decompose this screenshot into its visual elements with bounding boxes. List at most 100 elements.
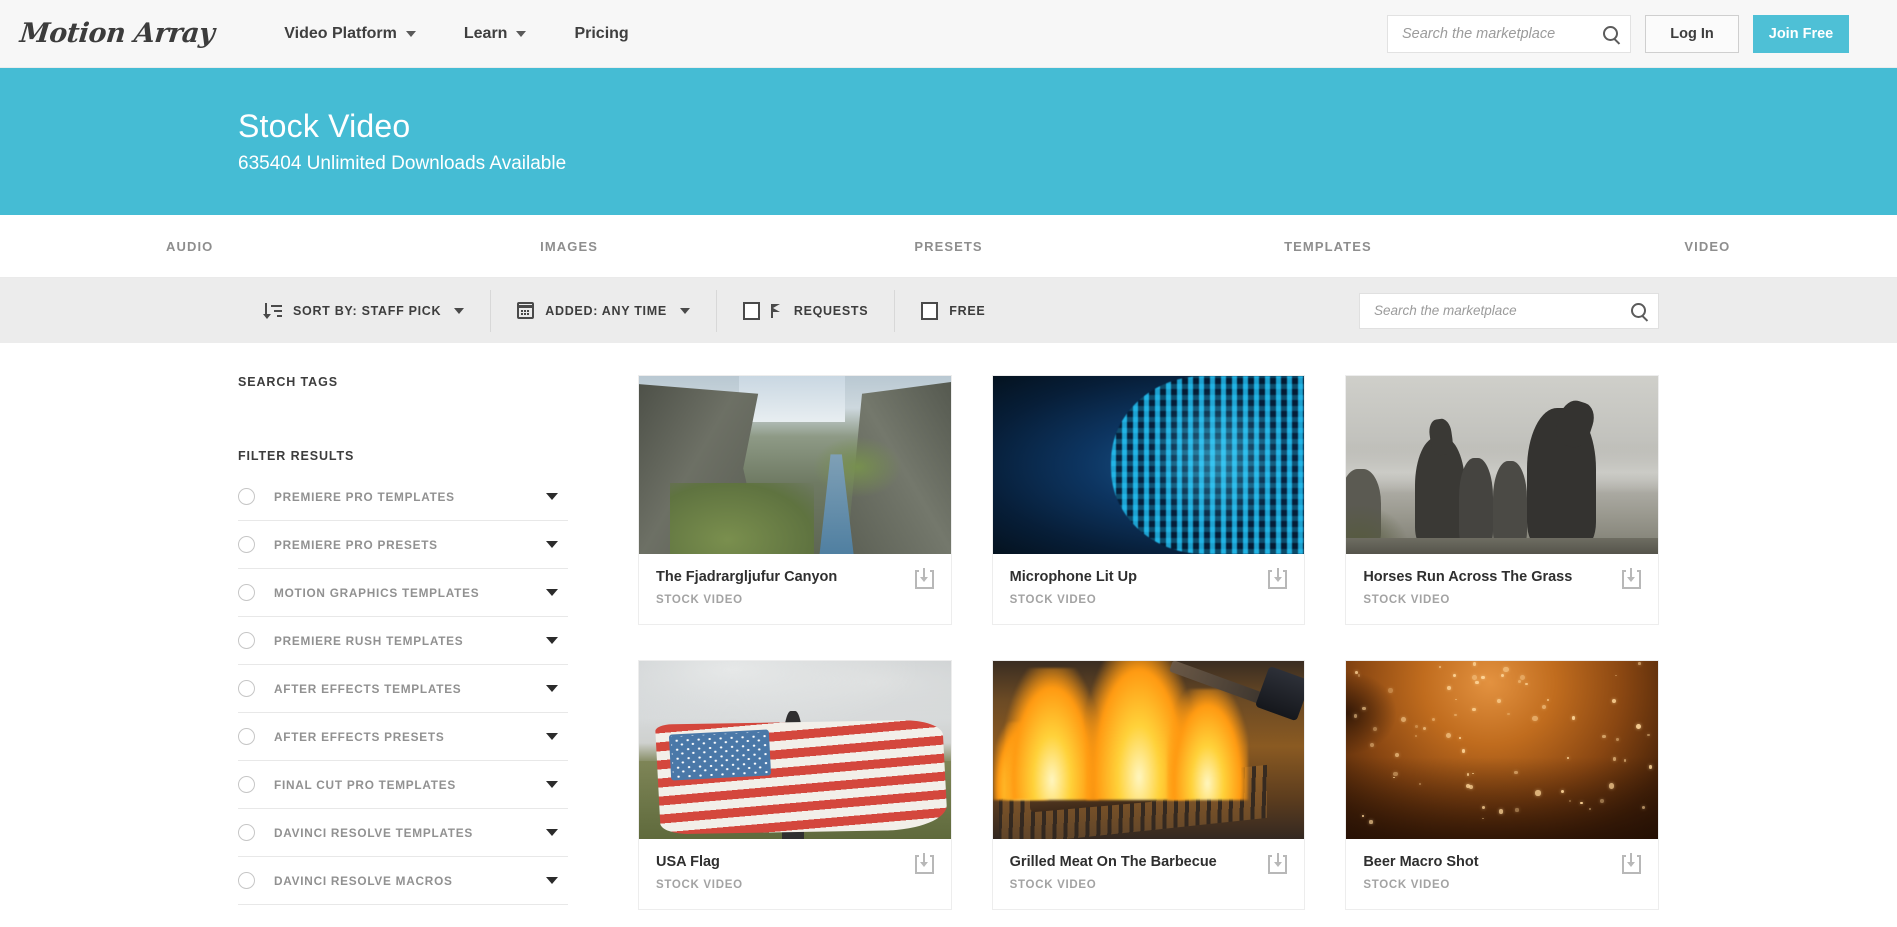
result-card[interactable]: Beer Macro Shot STOCK VIDEO (1345, 660, 1659, 910)
chevron-down-icon[interactable] (546, 589, 558, 596)
filter-item-premiere-pro-templates[interactable]: PREMIERE PRO TEMPLATES (238, 473, 568, 521)
filter-label: MOTION GRAPHICS TEMPLATES (274, 585, 480, 600)
filter-label: AFTER EFFECTS PRESETS (274, 729, 445, 744)
hero-subtitle: 635404 Unlimited Downloads Available (238, 153, 567, 174)
added-label: ADDED: ANY TIME (545, 303, 667, 318)
filter-radio[interactable] (238, 584, 255, 601)
search-icon[interactable] (1603, 26, 1618, 41)
filter-item-davinci-resolve-macros[interactable]: DAVINCI RESOLVE MACROS (238, 857, 568, 905)
download-icon[interactable] (1268, 568, 1288, 589)
free-checkbox[interactable] (921, 301, 939, 320)
nav-right-group: Log In Join Free (1387, 14, 1849, 53)
card-body: The Fjadrargljufur Canyon STOCK VIDEO (639, 554, 951, 624)
card-meta: STOCK VIDEO (1009, 879, 1097, 891)
filter-label: PREMIERE RUSH TEMPLATES (274, 633, 464, 648)
chevron-down-icon[interactable] (546, 829, 558, 836)
filter-results-heading: FILTER RESULTS (238, 449, 355, 463)
toolbar-search-box[interactable] (1359, 292, 1659, 329)
grill-thumbnail-art (992, 661, 1305, 839)
filter-item-motion-graphics-templates[interactable]: MOTION GRAPHICS TEMPLATES (238, 569, 568, 617)
chevron-down-icon[interactable] (546, 493, 558, 500)
header-search-input[interactable] (1402, 25, 1603, 42)
beer-thumbnail-art (1346, 661, 1658, 839)
tab-templates[interactable]: TEMPLATES (1138, 239, 1517, 254)
result-card[interactable]: Microphone Lit Up STOCK VIDEO (991, 375, 1306, 625)
filter-radio[interactable] (238, 536, 255, 553)
filter-item-after-effects-presets[interactable]: AFTER EFFECTS PRESETS (238, 713, 568, 761)
toolbar-search-input[interactable] (1374, 303, 1631, 318)
filter-radio[interactable] (238, 728, 255, 745)
tab-images[interactable]: IMAGES (379, 239, 758, 254)
card-thumbnail[interactable] (1346, 376, 1658, 554)
result-card[interactable]: Grilled Meat On The Barbecue STOCK VIDEO (991, 660, 1306, 910)
chevron-down-icon[interactable] (546, 733, 558, 740)
result-card[interactable]: Horses Run Across The Grass STOCK VIDEO (1345, 375, 1659, 625)
download-icon[interactable] (1268, 853, 1288, 874)
card-thumbnail[interactable] (639, 661, 951, 839)
chevron-down-icon[interactable] (546, 637, 558, 644)
filter-toolbar: SORT BY: STAFF PICK ADDED: ANY TIME REQU… (0, 278, 1897, 343)
top-navigation-bar: Motion Array Video Platform Learn Pricin… (0, 0, 1897, 68)
filter-sidebar: SEARCH TAGS FILTER RESULTS PREMIERE PRO … (238, 343, 568, 927)
download-icon[interactable] (1621, 853, 1641, 874)
result-card[interactable]: USA Flag STOCK VIDEO (638, 660, 952, 910)
filter-item-premiere-rush-templates[interactable]: PREMIERE RUSH TEMPLATES (238, 617, 568, 665)
filter-radio[interactable] (238, 776, 255, 793)
search-icon[interactable] (1631, 303, 1646, 318)
filter-label: FINAL CUT PRO TEMPLATES (274, 777, 456, 792)
filter-radio[interactable] (238, 872, 255, 889)
category-tabs: AUDIO IMAGES PRESETS TEMPLATES VIDEO (0, 215, 1897, 278)
result-card[interactable]: The Fjadrargljufur Canyon STOCK VIDEO (638, 375, 952, 625)
header-search-box[interactable] (1387, 14, 1631, 53)
chevron-down-icon[interactable] (546, 541, 558, 548)
nav-item-learn[interactable]: Learn (464, 25, 527, 43)
sort-by-dropdown[interactable]: SORT BY: STAFF PICK (238, 278, 490, 343)
filter-item-premiere-pro-presets[interactable]: PREMIERE PRO PRESETS (238, 521, 568, 569)
tab-video[interactable]: VIDEO (1518, 239, 1897, 254)
filter-radio[interactable] (238, 680, 255, 697)
chevron-down-icon[interactable] (546, 781, 558, 788)
join-free-button[interactable]: Join Free (1753, 14, 1849, 53)
card-thumbnail[interactable] (992, 376, 1305, 554)
filter-item-davinci-resolve-templates[interactable]: DAVINCI RESOLVE TEMPLATES (238, 809, 568, 857)
chevron-down-icon (679, 307, 690, 314)
card-body: Microphone Lit Up STOCK VIDEO (993, 554, 1305, 624)
filter-radio[interactable] (238, 488, 255, 505)
usa-flag-thumbnail-art (639, 661, 951, 839)
free-filter[interactable]: FREE (895, 278, 1011, 343)
card-meta: STOCK VIDEO (1363, 879, 1451, 891)
card-meta: STOCK VIDEO (656, 879, 743, 891)
card-thumbnail[interactable] (992, 661, 1305, 839)
card-body: Horses Run Across The Grass STOCK VIDEO (1346, 554, 1658, 624)
nav-item-label: Pricing (574, 24, 629, 42)
filter-item-final-cut-pro-templates[interactable]: FINAL CUT PRO TEMPLATES (238, 761, 568, 809)
flag-icon (770, 303, 783, 318)
requests-label: REQUESTS (793, 303, 869, 318)
filter-label: DAVINCI RESOLVE TEMPLATES (274, 825, 473, 840)
tab-presets[interactable]: PRESETS (759, 239, 1138, 254)
site-logo[interactable]: Motion Array (18, 18, 216, 49)
card-thumbnail[interactable] (1346, 661, 1658, 839)
chevron-down-icon[interactable] (546, 877, 558, 884)
nav-item-video-platform[interactable]: Video Platform (284, 25, 416, 43)
nav-item-pricing[interactable]: Pricing (574, 25, 628, 43)
filter-radio[interactable] (238, 824, 255, 841)
filter-radio[interactable] (238, 632, 255, 649)
card-thumbnail[interactable] (639, 376, 951, 554)
chevron-down-icon (405, 30, 416, 37)
tab-audio[interactable]: AUDIO (0, 239, 379, 254)
card-body: USA Flag STOCK VIDEO (639, 839, 951, 909)
nav-item-label: Video Platform (284, 24, 397, 42)
added-dropdown[interactable]: ADDED: ANY TIME (491, 278, 716, 343)
horses-thumbnail-art (1346, 376, 1658, 554)
download-icon[interactable] (1621, 568, 1641, 589)
filter-item-after-effects-templates[interactable]: AFTER EFFECTS TEMPLATES (238, 665, 568, 713)
login-button[interactable]: Log In (1645, 14, 1739, 53)
card-title: Grilled Meat On The Barbecue (1009, 854, 1217, 870)
requests-filter[interactable]: REQUESTS (717, 278, 894, 343)
requests-checkbox[interactable] (742, 301, 760, 320)
chevron-down-icon[interactable] (546, 685, 558, 692)
download-icon[interactable] (914, 568, 934, 589)
main-content: SEARCH TAGS FILTER RESULTS PREMIERE PRO … (0, 343, 1897, 927)
download-icon[interactable] (914, 853, 934, 874)
